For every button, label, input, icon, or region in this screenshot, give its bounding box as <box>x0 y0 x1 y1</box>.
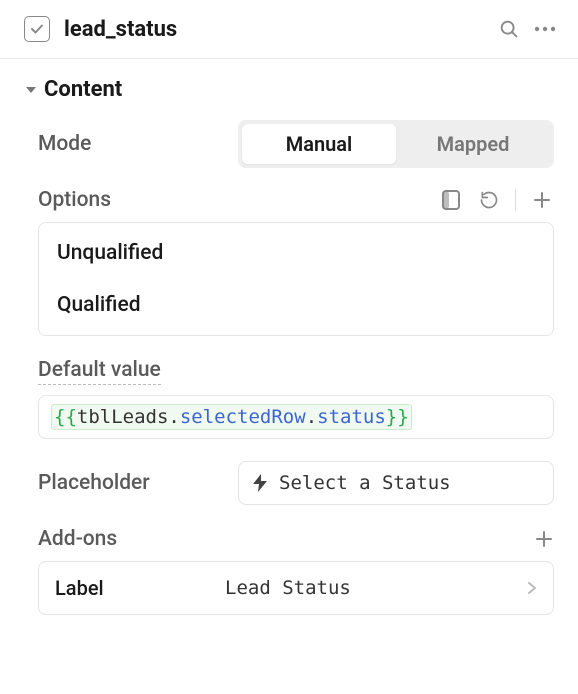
placeholder-row: Placeholder Select a Status <box>24 461 554 505</box>
expression-pill: {{tblLeads.selectedRow.status}} <box>51 404 412 430</box>
mode-segmented: Manual Mapped <box>238 120 554 168</box>
options-database-icon[interactable] <box>439 188 463 212</box>
panel-header: lead_status <box>0 0 578 59</box>
placeholder-label: Placeholder <box>38 471 238 495</box>
default-value-label-row: Default value <box>24 358 554 385</box>
content-section: Content Mode Manual Mapped Options <box>0 59 578 615</box>
options-toolbar <box>439 188 554 212</box>
addon-value: Lead Status <box>225 577 527 599</box>
section-title: Content <box>44 77 122 102</box>
placeholder-value: Select a Status <box>279 472 451 494</box>
addon-name: Label <box>55 576 225 600</box>
addon-item-label[interactable]: Label Lead Status <box>38 561 554 615</box>
default-value-input[interactable]: {{tblLeads.selectedRow.status}} <box>38 395 554 439</box>
options-header-row: Options <box>24 188 554 212</box>
mode-manual-tab[interactable]: Manual <box>242 124 396 164</box>
option-item[interactable]: Qualified <box>39 279 553 331</box>
mode-row: Mode Manual Mapped <box>24 120 554 168</box>
options-label: Options <box>38 188 439 212</box>
addons-add-icon[interactable] <box>534 529 554 549</box>
caret-down-icon <box>24 85 38 95</box>
lightning-icon <box>251 474 269 492</box>
placeholder-input[interactable]: Select a Status <box>238 461 554 505</box>
divider <box>515 189 516 211</box>
default-value-label: Default value <box>38 358 161 385</box>
mode-mapped-tab[interactable]: Mapped <box>396 124 550 164</box>
option-item[interactable]: Unqualified <box>39 227 553 279</box>
addons-header-row: Add-ons <box>24 527 554 551</box>
mode-label: Mode <box>38 132 238 156</box>
options-add-icon[interactable] <box>530 188 554 212</box>
component-name[interactable]: lead_status <box>64 17 494 42</box>
component-type-select-icon <box>24 16 50 42</box>
more-icon[interactable] <box>530 14 560 44</box>
chevron-right-icon <box>527 581 537 595</box>
content-section-header[interactable]: Content <box>24 77 554 102</box>
options-reset-icon[interactable] <box>477 188 501 212</box>
options-list: Unqualified Qualified <box>38 222 554 336</box>
addons-label: Add-ons <box>38 527 534 551</box>
search-icon[interactable] <box>494 14 524 44</box>
